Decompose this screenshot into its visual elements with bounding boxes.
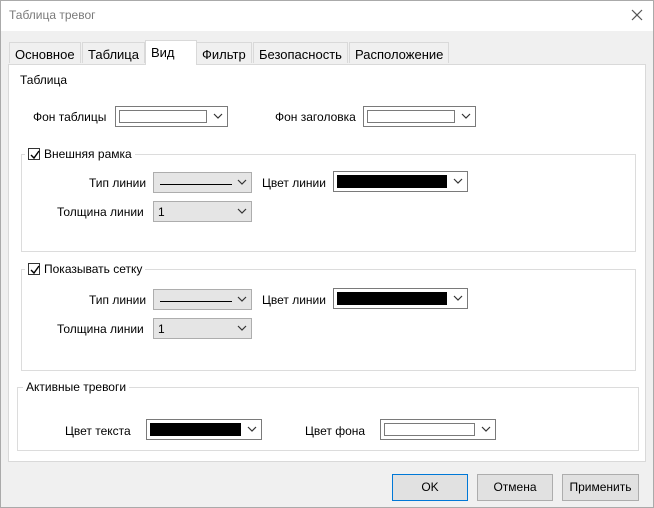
chevron-down-icon (453, 295, 463, 301)
window-title: Таблица тревог (9, 8, 96, 22)
chevron-down-icon (237, 325, 247, 331)
bg-color-swatch (384, 423, 475, 436)
table-section-heading: Таблица (20, 73, 68, 87)
checkmark-icon (30, 265, 40, 275)
chevron-down-icon (481, 426, 491, 432)
outer-line-color-select[interactable] (333, 171, 468, 192)
grid-line-color-swatch (337, 292, 447, 305)
tab-table[interactable]: Таблица (82, 42, 145, 63)
show-grid-label: Показывать сетку (44, 262, 143, 276)
outer-frame-group (21, 154, 636, 252)
outer-frame-checkbox[interactable] (28, 148, 40, 160)
text-color-swatch (150, 423, 241, 436)
active-alarms-group (17, 387, 639, 451)
tab-label: Расположение (355, 47, 444, 62)
tab-filter[interactable]: Фильтр (196, 42, 252, 63)
tab-panel-view: Таблица Фон таблицы Фон заголовка Внешня… (8, 64, 646, 462)
chevron-down-icon (237, 179, 247, 185)
grid-line-width-label: Толщина линии (57, 322, 144, 336)
table-bg-color-select[interactable] (115, 106, 228, 127)
tab-layout[interactable]: Расположение (349, 42, 450, 63)
grid-line-width-select[interactable]: 1 (153, 318, 252, 339)
outer-line-width-value: 1 (158, 205, 165, 219)
outer-line-width-label: Толщина линии (57, 205, 144, 219)
header-bg-swatch (367, 110, 455, 123)
outer-frame-legend: Внешняя рамка (25, 147, 135, 161)
outer-line-width-select[interactable]: 1 (153, 201, 252, 222)
chevron-down-icon (237, 208, 247, 214)
bg-color-label: Цвет фона (305, 424, 366, 438)
tab-security[interactable]: Безопасность (253, 42, 348, 63)
tab-general[interactable]: Основное (9, 42, 81, 63)
checkmark-icon (30, 150, 40, 160)
table-bg-swatch (119, 110, 207, 123)
table-bg-label: Фон таблицы (33, 110, 107, 124)
line-style-preview (160, 184, 232, 185)
tab-label: Безопасность (259, 47, 342, 62)
grid-group (21, 269, 636, 371)
show-grid-checkbox[interactable] (28, 263, 40, 275)
outer-line-type-label: Тип линии (89, 176, 147, 190)
outer-line-color-label: Цвет линии (262, 176, 326, 190)
text-color-label: Цвет текста (65, 424, 131, 438)
tab-label: Таблица (88, 47, 139, 62)
chevron-down-icon (247, 426, 257, 432)
outer-line-type-select[interactable] (153, 172, 252, 193)
close-button[interactable] (626, 4, 648, 26)
active-alarms-legend: Активные тревоги (23, 380, 130, 394)
tab-label: Фильтр (202, 47, 246, 62)
title-bar: Таблица тревог (0, 0, 654, 31)
outer-line-color-swatch (337, 175, 447, 188)
ok-button[interactable]: OK (392, 474, 468, 501)
chevron-down-icon (213, 113, 223, 119)
tab-label: Основное (15, 47, 75, 62)
chevron-down-icon (461, 113, 471, 119)
grid-legend: Показывать сетку (25, 262, 146, 276)
line-style-preview (160, 301, 232, 302)
tab-view[interactable]: Вид (145, 40, 197, 65)
cancel-button[interactable]: Отмена (477, 474, 553, 501)
grid-line-type-select[interactable] (153, 289, 252, 310)
tab-label: Вид (151, 45, 175, 60)
grid-line-color-select[interactable] (333, 288, 468, 309)
apply-button[interactable]: Применить (562, 474, 639, 501)
header-bg-color-select[interactable] (363, 106, 476, 127)
grid-line-width-value: 1 (158, 322, 165, 336)
bg-color-select[interactable] (380, 419, 496, 440)
close-icon (631, 9, 643, 21)
header-bg-label: Фон заголовка (275, 110, 356, 124)
text-color-select[interactable] (146, 419, 262, 440)
chevron-down-icon (237, 296, 247, 302)
grid-line-color-label: Цвет линии (262, 293, 326, 307)
outer-frame-label: Внешняя рамка (44, 147, 132, 161)
grid-line-type-label: Тип линии (89, 293, 147, 307)
chevron-down-icon (453, 178, 463, 184)
active-alarms-heading: Активные тревоги (26, 380, 127, 394)
